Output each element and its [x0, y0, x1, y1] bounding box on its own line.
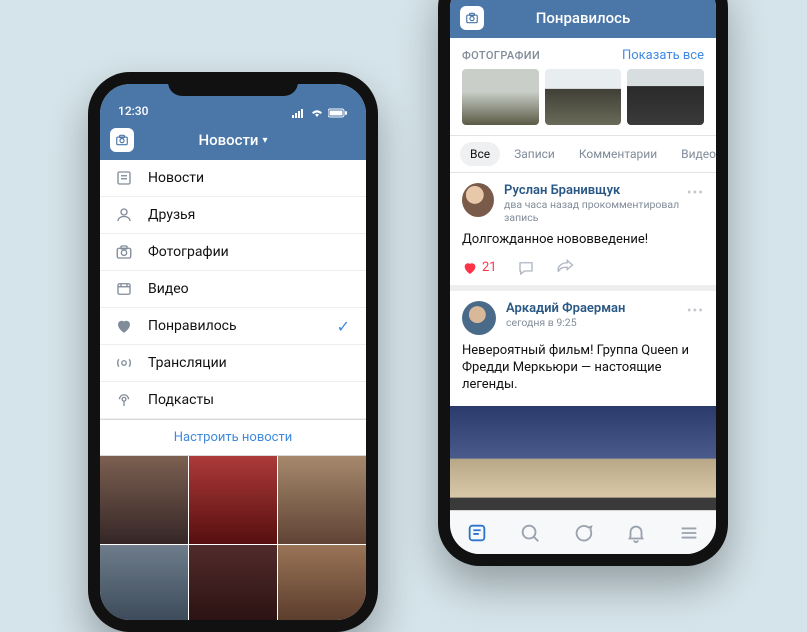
photo-thumbnail[interactable] — [545, 69, 622, 125]
photo-thumbnail[interactable] — [627, 69, 704, 125]
tab-messages[interactable] — [571, 521, 595, 545]
post-timestamp: два часа назад прокомментировал запись — [504, 198, 704, 224]
podcasts-icon — [114, 390, 134, 410]
share-button[interactable] — [555, 259, 575, 277]
phone-left: 12:30 Новости ▾ Новости Друзья — [88, 72, 378, 632]
navbar-title-dropdown[interactable]: Новости ▾ — [198, 131, 267, 149]
post-actions: 21 — [462, 255, 704, 277]
configure-news-link[interactable]: Настроить новости — [100, 419, 366, 455]
menu-label: Новости — [148, 170, 204, 186]
post-more-button[interactable]: ••• — [687, 185, 704, 201]
post-text: Невероятный фильм! Группа Queen и Фредди… — [462, 335, 704, 400]
comment-icon — [517, 259, 535, 277]
menu-item-news[interactable]: Новости — [100, 160, 366, 197]
photo-thumbnail[interactable] — [462, 69, 539, 125]
photo-thumbnails-row — [450, 69, 716, 135]
comment-button[interactable] — [517, 259, 535, 277]
newsfeed-icon — [466, 522, 488, 544]
post-more-button[interactable]: ••• — [687, 303, 704, 319]
camera-icon — [465, 11, 479, 25]
menu-item-live[interactable]: Трансляции — [100, 345, 366, 382]
menu-label: Фотографии — [148, 244, 229, 260]
messages-icon — [572, 522, 594, 544]
navbar: Понравилось — [450, 0, 716, 38]
bell-icon — [625, 522, 647, 544]
feed-filter-dropdown: Новости Друзья Фотографии Видео Понравил… — [100, 160, 366, 456]
feed-post: Руслан Бранивщук два часа назад прокомме… — [450, 173, 716, 291]
tab-all[interactable]: Все — [460, 142, 500, 166]
menu-item-friends[interactable]: Друзья — [100, 197, 366, 234]
menu-item-photos[interactable]: Фотографии — [100, 234, 366, 271]
menu-item-podcasts[interactable]: Подкасты — [100, 382, 366, 419]
status-indicators — [292, 108, 348, 118]
signal-icon — [292, 108, 306, 118]
battery-icon — [328, 108, 348, 118]
navbar: Новости ▾ — [100, 120, 366, 160]
tab-discover[interactable] — [518, 521, 542, 545]
camera-button[interactable] — [460, 6, 484, 30]
menu-label: Трансляции — [148, 355, 227, 371]
photos-section-header: ФОТОГРАФИИ Показать все — [450, 38, 716, 69]
tab-menu[interactable] — [677, 521, 701, 545]
avatar[interactable] — [462, 183, 494, 217]
post-timestamp: сегодня в 9:25 — [506, 316, 625, 329]
like-count: 21 — [482, 260, 497, 275]
post-author-link[interactable]: Руслан Бранивщук — [504, 183, 704, 198]
tab-comments[interactable]: Комментарии — [569, 142, 667, 166]
photo-grid-background — [100, 456, 366, 620]
tab-posts[interactable]: Записи — [504, 142, 565, 166]
heart-icon — [462, 260, 478, 276]
menu-label: Понравилось — [148, 318, 237, 334]
navbar-title: Новости — [198, 131, 258, 149]
menu-label: Видео — [148, 281, 189, 297]
camera-button[interactable] — [110, 128, 134, 152]
chevron-down-icon: ▾ — [263, 135, 268, 146]
avatar[interactable] — [462, 301, 496, 335]
tab-newsfeed[interactable] — [465, 521, 489, 545]
phone-right: Понравилось ФОТОГРАФИИ Показать все Все … — [438, 0, 728, 566]
navbar-title: Понравилось — [536, 9, 631, 27]
wifi-icon — [310, 108, 324, 118]
notch — [168, 72, 298, 96]
post-author-link[interactable]: Аркадий Фраерман — [506, 301, 625, 316]
menu-item-likes[interactable]: Понравилось ✓ — [100, 308, 366, 345]
post-text: Долгожданное нововведение! — [462, 224, 704, 255]
tab-notifications[interactable] — [624, 521, 648, 545]
bottom-tab-bar — [450, 510, 716, 554]
show-all-link[interactable]: Показать все — [622, 48, 704, 63]
menu-label: Друзья — [148, 207, 195, 223]
share-icon — [555, 259, 575, 277]
likes-icon — [114, 316, 134, 336]
live-icon — [114, 353, 134, 373]
video-icon — [114, 279, 134, 299]
filter-tabs: Все Записи Комментарии Видео — [450, 135, 716, 173]
hamburger-icon — [678, 522, 700, 544]
photos-icon — [114, 242, 134, 262]
status-time: 12:30 — [118, 104, 148, 118]
newsfeed-icon — [114, 168, 134, 188]
check-icon: ✓ — [337, 317, 350, 336]
feed-post: Аркадий Фраерман сегодня в 9:25 ••• Неве… — [450, 291, 716, 536]
menu-item-video[interactable]: Видео — [100, 271, 366, 308]
like-button[interactable]: 21 — [462, 260, 497, 276]
search-icon — [519, 522, 541, 544]
photos-header-label: ФОТОГРАФИИ — [462, 49, 540, 62]
menu-label: Подкасты — [148, 392, 214, 408]
friends-icon — [114, 205, 134, 225]
camera-icon — [115, 133, 129, 147]
tab-video[interactable]: Видео — [671, 142, 716, 166]
